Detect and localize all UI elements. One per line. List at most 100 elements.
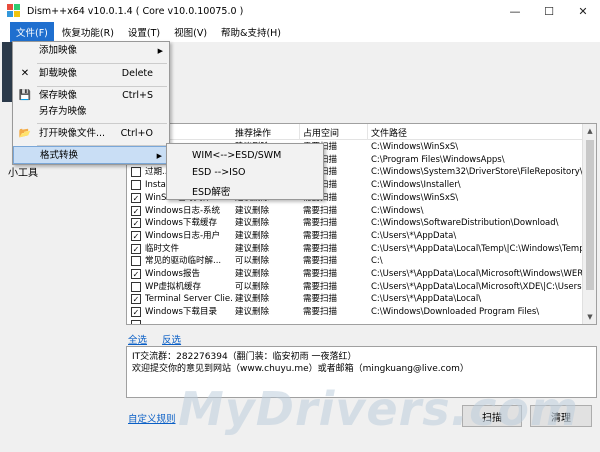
menu-item-save-as-image[interactable]: 另存为映像 [13,103,169,121]
cell-action: 可以删除 [235,256,270,267]
cell-action: 建议删除 [235,205,270,216]
submenu-item-esd-iso[interactable]: ESD -->ISO [192,167,246,178]
scan-button[interactable]: 扫描 [462,405,522,427]
cell-path: C:\Windows\System32\DriverStore\FileRepo… [371,167,583,178]
cell-name: Windows日志-用户 [145,230,221,241]
table-row[interactable]: ✓ Windows下载缓存 建议删除 需要扫描 C:\Windows\SoftwareD… [127,217,583,230]
table-row[interactable]: ✓ Windows下载目录 建议删除 需要扫描 C:\Windows\Downloade… [127,306,583,319]
info-line-1: IT交流群：282276394（翻门装：临安初雨 一夜落红） [132,352,357,362]
cell-name: 临时文件 [145,243,180,254]
cell-path: C:\Program Files\WindowsApps\ [371,154,505,165]
cell-name [145,319,233,324]
cell-size: 需要扫描 [303,269,338,279]
format-convert-submenu: WIM<-->ESD/SWM ESD -->ISO ESD解密 [166,143,324,200]
row-checkbox[interactable]: ✓ [131,205,141,216]
cell-path: C:\Users\*\AppData\Local\Temp\|C:\Window… [371,243,583,254]
row-checkbox[interactable] [131,319,141,324]
close-button[interactable]: ✕ [566,0,600,22]
table-row[interactable]: ✓ Windows报告 建议删除 需要扫描 C:\Users\*\AppData\Loc… [127,268,583,281]
cell-path: C:\Users\*\AppData\Local\Microsoft\Windo… [371,269,583,279]
menu-file[interactable]: 文件(F) [10,22,54,42]
scroll-up-icon[interactable]: ▲ [583,124,596,138]
cell-path: C:\Windows\Downloaded Program Files\ [371,307,540,318]
column-header-path[interactable]: 文件路径 [371,126,407,139]
row-checkbox[interactable]: ✓ [131,294,141,305]
cell-path: C:\Windows\WinSxS\ [371,192,459,203]
menu-item-format-convert[interactable]: 格式转换 ▶ [13,146,169,164]
table-row[interactable]: ✓ 临时文件 建议删除 需要扫描 C:\Users\*\AppData\Local\Te… [127,243,583,256]
row-checkbox[interactable] [131,281,141,292]
table-row[interactable]: WP虚拟机缓存 可以删除 需要扫描 C:\Users\*\AppData\Local\… [127,281,583,294]
window-title: Dism++x64 v10.0.1.4 ( Core v10.0.10075.0… [27,5,244,17]
clean-button[interactable]: 清理 [530,405,592,427]
menu-item-open-image-file[interactable]: 📂 打开映像文件... Ctrl+O [13,125,169,143]
menu-restore[interactable]: 恢复功能(R) [56,22,120,42]
cell-path: C:\Windows\Installer\ [371,180,461,191]
row-checkbox[interactable]: ✓ [131,218,141,229]
cell-path [371,319,583,324]
cell-action: 建议删除 [235,294,270,305]
table-row[interactable]: ✓ Windows日志-系统 建议删除 需要扫描 C:\Windows\ [127,205,583,218]
table-row[interactable]: ✓ Terminal Server Clie... 建议删除 需要扫描 C:\Users… [127,293,583,306]
row-checkbox[interactable]: ✓ [131,230,141,241]
scrollbar-thumb[interactable] [586,140,594,290]
cell-name: WP虚拟机缓存 [145,281,202,292]
cell-action: 建议删除 [235,269,270,279]
cell-name: Terminal Server Clie... [145,294,233,305]
row-checkbox[interactable]: ✓ [131,307,141,318]
cell-name: Windows报告 [145,269,200,279]
scroll-down-icon[interactable]: ▼ [583,310,596,324]
title-bar: Dism++x64 v10.0.1.4 ( Core v10.0.10075.0… [0,0,600,22]
cell-size [303,319,367,324]
row-checkbox[interactable] [131,167,141,178]
menu-settings[interactable]: 设置(T) [122,22,166,42]
cell-size: 需要扫描 [303,281,338,292]
cell-name: Windows下载缓存 [145,218,217,229]
cell-action: 建议删除 [235,230,270,241]
menu-item-unmount-image[interactable]: ✕ 卸载映像 Delete [13,65,169,83]
folder-open-icon: 📂 [18,128,32,139]
row-checkbox[interactable] [131,256,141,267]
table-row[interactable] [127,319,583,324]
cell-action: 建议删除 [235,218,270,229]
cell-action: 建议删除 [235,243,270,254]
menu-item-add-image[interactable]: 添加映像 ▶ [13,42,169,60]
custom-rule-link[interactable]: 自定义规则 [128,411,176,425]
menu-view[interactable]: 视图(V) [168,22,213,42]
table-row[interactable]: ✓ Windows日志-用户 建议删除 需要扫描 C:\Users\*\AppData\ [127,230,583,243]
row-checkbox[interactable] [131,180,141,191]
cell-action: 可以删除 [235,281,270,292]
column-header-action[interactable]: 推荐操作 [235,126,271,139]
select-all-link[interactable]: 全选 [128,335,147,346]
file-menu-dropdown: 添加映像 ▶ ✕ 卸载映像 Delete 💾 保存映像 Ctrl+S 另存为映像… [12,41,170,165]
menu-help[interactable]: 帮助&支持(H) [215,22,287,42]
cell-size: 需要扫描 [303,218,338,229]
cell-path: C:\Windows\SoftwareDistribution\Download… [371,218,559,229]
cell-name: Windows日志-系统 [145,205,221,216]
table-scrollbar[interactable]: ▲ ▼ [582,124,596,324]
submenu-item-wim-esd[interactable]: WIM<-->ESD/SWM [192,150,281,161]
row-checkbox[interactable]: ✓ [131,192,141,203]
cell-size: 需要扫描 [303,256,338,267]
table-row[interactable]: 常见的驱动临时解... 可以删除 需要扫描 C:\ [127,255,583,268]
row-checkbox[interactable]: ✓ [131,243,141,254]
cell-size: 需要扫描 [303,205,338,216]
cell-path: C:\Windows\ [371,205,424,216]
menu-bar: 文件(F) 恢复功能(R) 设置(T) 视图(V) 帮助&支持(H) [0,22,600,42]
info-line-2: 欢迎提交你的意见到网站（www.chuyu.me）或者邮箱（mingkuang@… [132,364,469,374]
cell-path: C:\Users\*\AppData\Local\ [371,294,482,305]
session-tile[interactable] [2,42,12,102]
minimize-button[interactable]: — [498,0,532,22]
table-header: 推荐操作 占用空间 文件路径 [127,124,596,140]
chevron-right-icon: ▶ [157,47,163,55]
tools-label[interactable]: 小工具 [8,164,38,179]
close-icon: ✕ [20,68,30,79]
maximize-button[interactable]: ☐ [532,0,566,22]
submenu-item-esd-decrypt[interactable]: ESD解密 [192,184,230,198]
cell-path: C:\Windows\WinSxS\ [371,142,459,152]
cell-path: C:\ [371,256,383,267]
cell-size: 需要扫描 [303,243,338,254]
row-checkbox[interactable]: ✓ [131,269,141,279]
invert-selection-link[interactable]: 反选 [162,335,181,346]
column-header-size[interactable]: 占用空间 [303,126,339,139]
